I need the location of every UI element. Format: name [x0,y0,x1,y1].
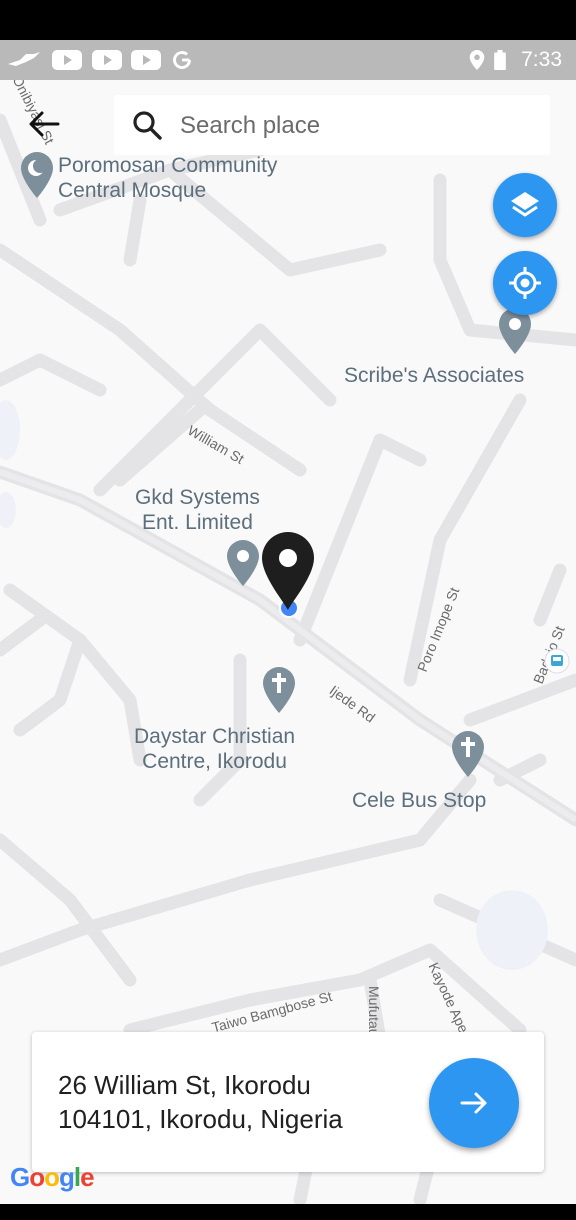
place-label-daystar: Daystar Christian Centre, Ikorodu [134,725,296,773]
search-box[interactable]: Search place [114,95,550,155]
place-label-scribe: Scribe's Associates [344,364,525,387]
gps-target-icon [509,267,541,299]
my-location-button[interactable] [493,251,557,315]
map-layers-button[interactable] [493,173,557,237]
church-pin-icon[interactable] [451,731,485,777]
selected-location-marker[interactable] [256,528,320,628]
road-label-mufutau: Mufutau [366,986,382,1037]
transit-icon [544,648,570,674]
mosque-pin-icon[interactable] [20,152,54,198]
confirm-location-button[interactable] [429,1058,519,1148]
navigation-bar [0,1204,576,1220]
google-icon [173,51,191,69]
bird-icon [8,52,40,66]
youtube-icon [52,50,82,70]
place-label-gkd: Gkd Systems Ent. Limited [135,486,260,534]
google-logo: Google [10,1162,95,1192]
place-pin-icon[interactable] [226,540,260,586]
place-label-mosque: Poromosan Community Central Mosque [58,154,278,202]
address-card: 26 William St, Ikorodu 104101, Ikorodu, N… [32,1032,544,1172]
location-icon [469,50,485,70]
arrow-right-icon [460,1092,487,1114]
search-input[interactable]: Search place [180,112,320,140]
youtube-icon [131,50,161,70]
place-label-cele: Cele Bus Stop [352,789,487,812]
youtube-icon [92,50,122,70]
search-icon [133,111,162,140]
layers-icon [511,192,539,217]
status-time: 7:33 [521,48,562,71]
back-arrow-icon[interactable] [28,108,60,140]
church-pin-icon[interactable] [262,667,296,713]
address-text: 26 William St, Ikorodu 104101, Ikorodu, N… [58,1070,343,1134]
battery-icon [494,50,506,70]
status-bar: 7:33 [0,40,576,80]
camera-notch-bar [0,0,576,40]
